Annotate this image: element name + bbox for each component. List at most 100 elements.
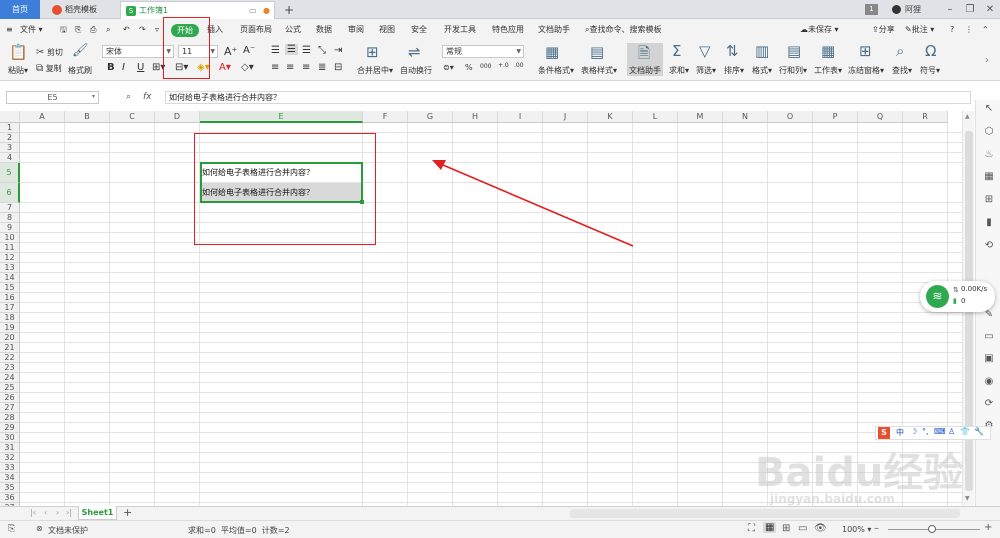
column-header-k[interactable]: K: [588, 111, 633, 123]
find-icon[interactable]: ⌕: [896, 42, 904, 60]
menu-developer[interactable]: 开发工具: [444, 19, 476, 41]
name-box-chevron-icon[interactable]: ▾: [92, 93, 95, 100]
select-all-corner[interactable]: [0, 111, 20, 123]
row-header-24[interactable]: 24: [0, 373, 20, 383]
row-header-4[interactable]: 4: [0, 153, 20, 163]
align-middle-icon[interactable]: ☰: [285, 44, 298, 55]
row-header-13[interactable]: 13: [0, 263, 20, 273]
row-header-33[interactable]: 33: [0, 463, 20, 473]
scroll-up-icon[interactable]: ▲: [965, 113, 970, 120]
sheet-tab-sheet1[interactable]: Sheet1: [78, 506, 117, 520]
history-icon[interactable]: ⟳: [982, 397, 996, 411]
last-sheet-icon[interactable]: ›|: [66, 508, 72, 517]
column-header-b[interactable]: B: [65, 111, 110, 123]
shapes-icon[interactable]: ⬡: [982, 125, 996, 139]
add-sheet-button[interactable]: +: [123, 506, 132, 519]
worksheet-icon[interactable]: ▦: [821, 42, 835, 60]
row-header-29[interactable]: 29: [0, 423, 20, 433]
conditional-format-icon[interactable]: ▦: [545, 43, 559, 61]
row-header-26[interactable]: 26: [0, 393, 20, 403]
sort-icon[interactable]: ⇅: [726, 42, 739, 60]
justify-icon[interactable]: ≣: [318, 62, 326, 73]
menu-file[interactable]: 文件 ▾: [20, 19, 43, 41]
wrap-text-icon[interactable]: ⇌: [408, 43, 421, 61]
menu-special-apps[interactable]: 特色应用: [492, 19, 524, 41]
menu-security[interactable]: 安全: [411, 19, 427, 41]
indent-icon[interactable]: ⇥: [334, 45, 342, 56]
redo-icon[interactable]: ↷: [139, 19, 146, 41]
column-header-h[interactable]: H: [453, 111, 498, 123]
currency-icon[interactable]: ⊜▾: [443, 63, 454, 72]
ribbon-more-icon[interactable]: ›: [985, 55, 989, 66]
select-cursor-icon[interactable]: ↖: [982, 102, 996, 116]
column-header-d[interactable]: D: [155, 111, 200, 123]
row-header-23[interactable]: 23: [0, 363, 20, 373]
underline-icon[interactable]: U: [137, 62, 144, 73]
column-header-p[interactable]: P: [813, 111, 858, 123]
page-layout-view-icon[interactable]: ▭: [798, 523, 807, 534]
menu-data[interactable]: 数据: [316, 19, 332, 41]
percent-icon[interactable]: %: [465, 63, 473, 72]
paste-icon[interactable]: 📋: [9, 43, 28, 61]
help-icon[interactable]: ?: [950, 19, 954, 41]
column-header-l[interactable]: L: [633, 111, 678, 123]
scroll-down-icon[interactable]: ▼: [965, 495, 970, 502]
formula-input[interactable]: 如何给电子表格进行合并内容？: [165, 91, 971, 104]
format-painter-button[interactable]: 格式刷: [68, 65, 92, 76]
row-col-button[interactable]: 行和列▾: [779, 65, 807, 76]
symbol-icon[interactable]: Ω: [925, 42, 936, 60]
ime-tools-icon[interactable]: 🔧: [974, 427, 984, 436]
format-icon[interactable]: ▥: [755, 42, 769, 60]
doc-helper-button[interactable]: 文档助手: [629, 65, 661, 76]
row-header-17[interactable]: 17: [0, 303, 20, 313]
tab-template[interactable]: 稻壳模板: [48, 1, 118, 19]
zoom-search-icon[interactable]: ⌕: [126, 92, 131, 102]
row-header-31[interactable]: 31: [0, 443, 20, 453]
image-icon[interactable]: ▣: [982, 352, 996, 366]
format-painter-icon[interactable]: 🖌: [72, 43, 89, 58]
row-header-5[interactable]: 5: [0, 163, 20, 183]
command-search[interactable]: ⌕查找命令、搜索模板: [585, 19, 661, 41]
horizontal-scrollbar[interactable]: [570, 509, 960, 518]
merge-center-icon[interactable]: ⊞: [366, 43, 379, 61]
table-style-icon[interactable]: ▤: [590, 43, 604, 61]
print-preview-icon[interactable]: ⌕: [106, 19, 110, 41]
next-sheet-icon[interactable]: ›: [56, 508, 59, 517]
tab-home[interactable]: 首页: [0, 0, 40, 19]
save-icon[interactable]: 🖫: [60, 19, 67, 41]
layout-icon[interactable]: ▭: [982, 330, 996, 344]
row-header-8[interactable]: 8: [0, 213, 20, 223]
chart-icon[interactable]: ▮: [982, 216, 996, 230]
share-button[interactable]: ⇪分享: [872, 19, 895, 41]
row-header-35[interactable]: 35: [0, 483, 20, 493]
row-header-20[interactable]: 20: [0, 333, 20, 343]
row-header-19[interactable]: 19: [0, 323, 20, 333]
row-header-10[interactable]: 10: [0, 233, 20, 243]
row-header-12[interactable]: 12: [0, 253, 20, 263]
ime-punct-icon[interactable]: °,: [922, 427, 929, 436]
row-header-25[interactable]: 25: [0, 383, 20, 393]
macro-icon[interactable]: ⎘: [8, 524, 15, 534]
row-header-22[interactable]: 22: [0, 353, 20, 363]
cut-button[interactable]: ✂ 剪切: [36, 47, 63, 58]
align-bottom-icon[interactable]: ☰: [302, 45, 311, 56]
column-header-m[interactable]: M: [678, 111, 723, 123]
menu-view[interactable]: 视图: [379, 19, 395, 41]
reading-mode-icon[interactable]: 👁: [814, 523, 827, 534]
sum-icon[interactable]: Σ: [672, 42, 681, 60]
menu-review[interactable]: 审阅: [348, 19, 364, 41]
style-icon[interactable]: ♨: [982, 148, 996, 162]
paste-button[interactable]: 粘贴▾: [8, 65, 28, 76]
undo-icon[interactable]: ↶: [123, 19, 130, 41]
sum-button[interactable]: 求和▾: [669, 65, 689, 76]
font-color-icon[interactable]: A▾: [219, 62, 231, 73]
table-style-button[interactable]: 表格样式▾: [581, 65, 617, 76]
increase-font-icon[interactable]: A⁺: [224, 45, 237, 58]
close-icon[interactable]: ✕: [980, 0, 1000, 19]
row-header-28[interactable]: 28: [0, 413, 20, 423]
backup-icon[interactable]: ⟲: [982, 239, 996, 253]
collapse-ribbon-icon[interactable]: ⌃: [982, 19, 989, 41]
row-header-2[interactable]: 2: [0, 133, 20, 143]
export-icon[interactable]: ⎘: [75, 19, 81, 41]
ime-keyboard-icon[interactable]: ⌨: [934, 427, 946, 436]
